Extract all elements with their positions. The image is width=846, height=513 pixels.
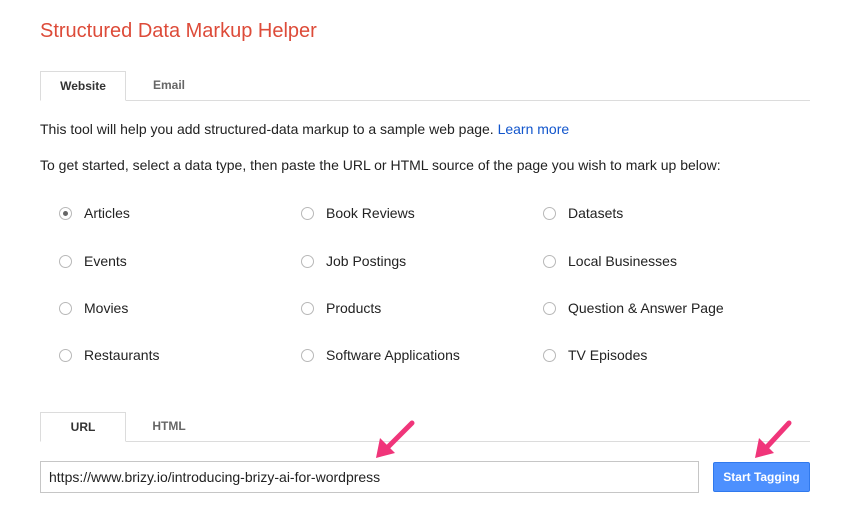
- radio-label: Movies: [84, 300, 129, 316]
- radio-label: Question & Answer Page: [568, 300, 724, 316]
- radio-option-job-postings[interactable]: Job Postings: [301, 253, 406, 269]
- radio-option-events[interactable]: Events: [59, 253, 127, 269]
- intro-text-block: This tool will help you add structured-d…: [40, 121, 569, 137]
- radio-label: Articles: [84, 205, 130, 221]
- radio-button[interactable]: [301, 348, 314, 362]
- radio-button[interactable]: [543, 254, 556, 268]
- source-tab-bar: Website Email: [40, 71, 810, 101]
- tab-website[interactable]: Website: [40, 71, 126, 101]
- arrow-annotation-icon: [755, 420, 792, 458]
- radio-label: Job Postings: [326, 253, 407, 269]
- radio-button[interactable]: [59, 301, 72, 315]
- radio-label: Book Reviews: [326, 205, 415, 221]
- radio-label: Products: [326, 300, 382, 316]
- radio-button[interactable]: [301, 301, 314, 315]
- radio-option-datasets[interactable]: Datasets: [543, 205, 623, 221]
- radio-button[interactable]: [59, 254, 72, 268]
- radio-button[interactable]: [543, 206, 556, 220]
- intro-text: This tool will help you add structured-d…: [40, 121, 494, 137]
- radio-button[interactable]: [59, 206, 72, 220]
- radio-label: Local Businesses: [568, 253, 677, 269]
- radio-button[interactable]: [543, 348, 556, 362]
- tab-email[interactable]: Email: [126, 71, 212, 99]
- radio-option-restaurants[interactable]: Restaurants: [59, 347, 159, 363]
- arrow-annotation-icon: [376, 420, 415, 458]
- radio-option-local-businesses[interactable]: Local Businesses: [543, 253, 677, 269]
- url-input[interactable]: [40, 461, 699, 493]
- radio-option-articles[interactable]: Articles: [59, 205, 130, 221]
- radio-button[interactable]: [301, 206, 314, 220]
- tab-url[interactable]: URL: [40, 412, 126, 442]
- input-tab-bar: URL HTML: [40, 412, 810, 442]
- radio-label: Datasets: [568, 205, 624, 221]
- learn-more-link[interactable]: Learn more: [498, 121, 570, 137]
- radio-label: TV Episodes: [568, 347, 648, 363]
- radio-option-question-answer-page[interactable]: Question & Answer Page: [543, 300, 724, 316]
- radio-label: Software Applications: [326, 347, 460, 363]
- radio-label: Events: [84, 253, 127, 269]
- start-tagging-button[interactable]: Start Tagging: [713, 462, 810, 492]
- radio-button[interactable]: [543, 301, 556, 315]
- page-title: Structured Data Markup Helper: [40, 20, 317, 42]
- radio-button[interactable]: [301, 254, 314, 268]
- radio-label: Restaurants: [84, 347, 160, 363]
- radio-option-software-applications[interactable]: Software Applications: [301, 347, 460, 363]
- radio-option-products[interactable]: Products: [301, 300, 381, 316]
- instructions-text: To get started, select a data type, then…: [40, 157, 721, 173]
- radio-option-tv-episodes[interactable]: TV Episodes: [543, 347, 647, 363]
- radio-option-movies[interactable]: Movies: [59, 300, 128, 316]
- radio-option-book-reviews[interactable]: Book Reviews: [301, 205, 415, 221]
- tab-html[interactable]: HTML: [126, 412, 212, 440]
- radio-button[interactable]: [59, 348, 72, 362]
